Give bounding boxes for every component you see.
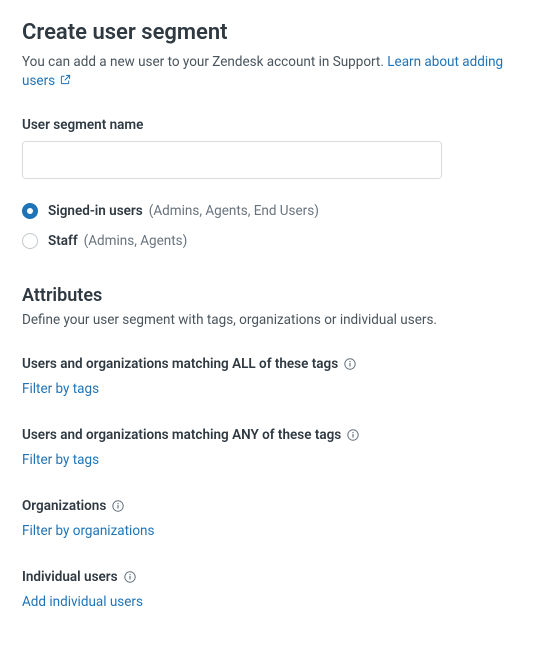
info-icon[interactable]	[344, 358, 356, 370]
attr-organizations-label: Organizations	[22, 498, 106, 514]
filter-by-organizations-link[interactable]: Filter by organizations	[22, 523, 154, 539]
filter-by-tags-any-link[interactable]: Filter by tags	[22, 452, 99, 468]
attr-all-tags-label: Users and organizations matching ALL of …	[22, 356, 338, 372]
page-title: Create user segment	[22, 20, 537, 45]
info-icon[interactable]	[124, 571, 136, 583]
segment-name-field: User segment name	[22, 117, 537, 179]
attr-organizations: Organizations Filter by organizations	[22, 498, 537, 539]
radio-signed-in-sublabel: (Admins, Agents, End Users)	[149, 203, 319, 219]
attributes-description: Define your user segment with tags, orga…	[22, 312, 537, 328]
radio-staff-label: Staff	[48, 233, 78, 249]
attr-individual-users: Individual users Add individual users	[22, 569, 537, 610]
page-description: You can add a new user to your Zendesk a…	[22, 53, 537, 91]
attr-any-tags: Users and organizations matching ANY of …	[22, 427, 537, 468]
segment-name-input[interactable]	[22, 141, 442, 179]
radio-button-icon	[22, 233, 38, 249]
page-description-text: You can add a new user to your Zendesk a…	[22, 54, 384, 70]
radio-signed-in-users[interactable]: Signed-in users (Admins, Agents, End Use…	[22, 203, 537, 219]
radio-button-icon	[22, 203, 38, 219]
attr-individual-users-label: Individual users	[22, 569, 118, 585]
attr-all-tags: Users and organizations matching ALL of …	[22, 356, 537, 397]
segment-name-label: User segment name	[22, 117, 537, 133]
user-type-radio-group: Signed-in users (Admins, Agents, End Use…	[22, 203, 537, 249]
info-icon[interactable]	[112, 500, 124, 512]
external-link-icon	[60, 72, 71, 91]
radio-staff[interactable]: Staff (Admins, Agents)	[22, 233, 537, 249]
radio-signed-in-label: Signed-in users	[48, 203, 143, 219]
add-individual-users-link[interactable]: Add individual users	[22, 594, 143, 610]
attr-any-tags-label: Users and organizations matching ANY of …	[22, 427, 341, 443]
filter-by-tags-all-link[interactable]: Filter by tags	[22, 381, 99, 397]
info-icon[interactable]	[347, 429, 359, 441]
radio-staff-sublabel: (Admins, Agents)	[84, 233, 188, 249]
attributes-title: Attributes	[22, 285, 537, 306]
